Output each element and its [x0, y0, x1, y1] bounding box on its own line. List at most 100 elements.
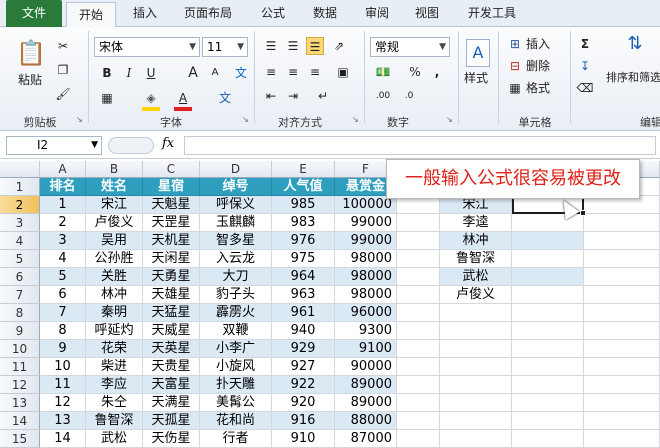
table-cell[interactable]: 927 [272, 358, 335, 376]
align-middle-icon[interactable]: ☰ [284, 37, 302, 55]
table-cell[interactable]: 秦明 [86, 304, 143, 322]
lookup-result-cell[interactable] [512, 232, 584, 250]
lookup-name-cell[interactable]: 林冲 [440, 232, 512, 250]
table-header-cell[interactable]: 人气值 [272, 178, 335, 196]
table-cell[interactable]: 916 [272, 412, 335, 430]
row-header-8[interactable]: 8 [0, 304, 40, 322]
increase-indent-icon[interactable]: ⇥ [284, 87, 302, 105]
column-header-d[interactable]: D [200, 161, 272, 178]
table-cell[interactable]: 963 [272, 286, 335, 304]
empty-cell[interactable] [584, 250, 660, 268]
clear-icon[interactable]: ⌫ [576, 79, 594, 97]
autosum-button[interactable]: Σ [576, 35, 594, 53]
empty-cell[interactable] [512, 340, 584, 358]
wen-icon[interactable]: 文 [216, 89, 234, 107]
table-cell[interactable]: 3 [40, 232, 86, 250]
row-header-10[interactable]: 10 [0, 340, 40, 358]
table-cell[interactable]: 922 [272, 376, 335, 394]
empty-cell[interactable] [397, 286, 440, 304]
table-cell[interactable]: 豹子头 [200, 286, 272, 304]
empty-cell[interactable] [397, 394, 440, 412]
table-cell[interactable]: 940 [272, 322, 335, 340]
empty-cell[interactable] [512, 376, 584, 394]
tab-review[interactable]: 审阅 [354, 0, 400, 27]
table-cell[interactable]: 李应 [86, 376, 143, 394]
table-cell[interactable]: 929 [272, 340, 335, 358]
percent-button[interactable]: % [406, 63, 424, 81]
table-cell[interactable]: 天威星 [143, 322, 200, 340]
table-cell[interactable]: 林冲 [86, 286, 143, 304]
empty-cell[interactable] [440, 394, 512, 412]
table-cell[interactable]: 9 [40, 340, 86, 358]
empty-cell[interactable] [584, 268, 660, 286]
table-cell[interactable]: 武松 [86, 430, 143, 448]
table-cell[interactable]: 天富星 [143, 376, 200, 394]
table-header-cell[interactable]: 姓名 [86, 178, 143, 196]
empty-cell[interactable] [512, 304, 584, 322]
table-cell[interactable]: 14 [40, 430, 86, 448]
column-header-b[interactable]: B [86, 161, 143, 178]
table-cell[interactable]: 小旋风 [200, 358, 272, 376]
empty-cell[interactable] [584, 430, 660, 448]
table-cell[interactable]: 975 [272, 250, 335, 268]
table-cell[interactable]: 985 [272, 196, 335, 214]
font-size-select[interactable]: 11 ▼ [202, 37, 248, 57]
decrease-indent-icon[interactable]: ⇤ [262, 87, 280, 105]
align-left-icon[interactable]: ≡ [262, 63, 280, 81]
styles-button[interactable]: 样式 [464, 69, 488, 87]
lookup-result-cell[interactable] [512, 286, 584, 304]
empty-cell[interactable] [584, 358, 660, 376]
table-cell[interactable]: 99000 [335, 232, 397, 250]
row-header-3[interactable]: 3 [0, 214, 40, 232]
table-cell[interactable]: 9300 [335, 322, 397, 340]
lookup-name-cell[interactable]: 鲁智深 [440, 250, 512, 268]
merge-center-icon[interactable]: ▣ [334, 63, 352, 81]
empty-cell[interactable] [584, 376, 660, 394]
table-cell[interactable]: 7 [40, 304, 86, 322]
empty-cell[interactable] [584, 322, 660, 340]
font-color-icon[interactable]: A [174, 89, 192, 107]
empty-cell[interactable] [440, 430, 512, 448]
clipboard-launcher-icon[interactable]: ↘ [76, 115, 83, 124]
comma-button[interactable]: , [428, 63, 446, 81]
table-cell[interactable]: 天机星 [143, 232, 200, 250]
lookup-result-cell[interactable] [512, 268, 584, 286]
row-header-14[interactable]: 14 [0, 412, 40, 430]
empty-cell[interactable] [440, 376, 512, 394]
row-header-2[interactable]: 2 [0, 196, 40, 214]
empty-cell[interactable] [584, 214, 660, 232]
table-cell[interactable]: 呼保义 [200, 196, 272, 214]
table-cell[interactable]: 1 [40, 196, 86, 214]
tab-formulas[interactable]: 公式 [250, 0, 296, 27]
increase-decimal-icon[interactable]: .00 [374, 87, 392, 105]
tab-page-layout[interactable]: 页面布局 [174, 0, 242, 27]
empty-cell[interactable] [440, 412, 512, 430]
empty-cell[interactable] [584, 340, 660, 358]
row-header-12[interactable]: 12 [0, 376, 40, 394]
table-cell[interactable]: 天孤星 [143, 412, 200, 430]
borders-icon[interactable]: ▦ [98, 89, 116, 107]
empty-cell[interactable] [512, 358, 584, 376]
fill-handle[interactable] [580, 210, 586, 216]
sort-filter-button[interactable]: 排序和筛选 [606, 69, 660, 87]
table-cell[interactable]: 天伤星 [143, 430, 200, 448]
table-cell[interactable]: 5 [40, 268, 86, 286]
format-cells-button[interactable]: 格式 [526, 79, 550, 97]
table-cell[interactable]: 智多星 [200, 232, 272, 250]
table-cell[interactable]: 天雄星 [143, 286, 200, 304]
empty-cell[interactable] [440, 322, 512, 340]
row-header-9[interactable]: 9 [0, 322, 40, 340]
table-cell[interactable]: 花和尚 [200, 412, 272, 430]
empty-cell[interactable] [584, 394, 660, 412]
table-cell[interactable]: 吴用 [86, 232, 143, 250]
table-cell[interactable]: 11 [40, 376, 86, 394]
table-cell[interactable]: 9100 [335, 340, 397, 358]
table-cell[interactable]: 霹雳火 [200, 304, 272, 322]
table-cell[interactable]: 88000 [335, 412, 397, 430]
table-cell[interactable]: 公孙胜 [86, 250, 143, 268]
table-cell[interactable]: 90000 [335, 358, 397, 376]
number-launcher-icon[interactable]: ↘ [446, 115, 453, 124]
empty-cell[interactable] [397, 304, 440, 322]
wrap-text-icon[interactable]: ↵ [314, 87, 332, 105]
tab-home[interactable]: 开始 [66, 2, 116, 28]
